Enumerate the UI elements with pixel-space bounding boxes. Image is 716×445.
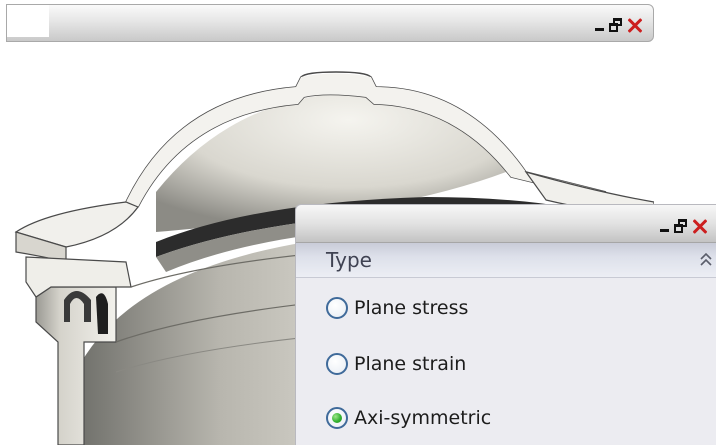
option-label: Plane strain	[354, 353, 467, 375]
minimize-icon[interactable]	[595, 18, 605, 32]
properties-window: Type Plane stress Plane strain Axi-symme…	[295, 204, 716, 445]
close-icon[interactable]	[692, 218, 708, 234]
radio-button[interactable]	[326, 297, 348, 319]
option-plane-stress[interactable]: Plane stress	[326, 297, 468, 319]
close-icon[interactable]	[627, 17, 643, 33]
properties-window-titlebar[interactable]	[296, 205, 716, 243]
radio-button[interactable]	[326, 353, 348, 375]
option-label: Plane stress	[354, 297, 469, 319]
option-plane-strain[interactable]: Plane strain	[326, 353, 466, 375]
option-label: Axi-symmetric	[354, 407, 492, 429]
restore-icon[interactable]	[609, 18, 623, 32]
model-window-titlebar[interactable]	[6, 4, 654, 42]
title-blank	[7, 5, 49, 37]
radio-button-selected[interactable]	[326, 407, 348, 429]
section-title: Type	[326, 248, 372, 272]
restore-icon[interactable]	[674, 219, 688, 233]
minimize-icon[interactable]	[660, 219, 670, 233]
option-axi-symmetric[interactable]: Axi-symmetric	[326, 407, 491, 429]
type-section-header[interactable]: Type	[296, 243, 716, 278]
double-chevron-up-icon[interactable]	[700, 253, 712, 267]
